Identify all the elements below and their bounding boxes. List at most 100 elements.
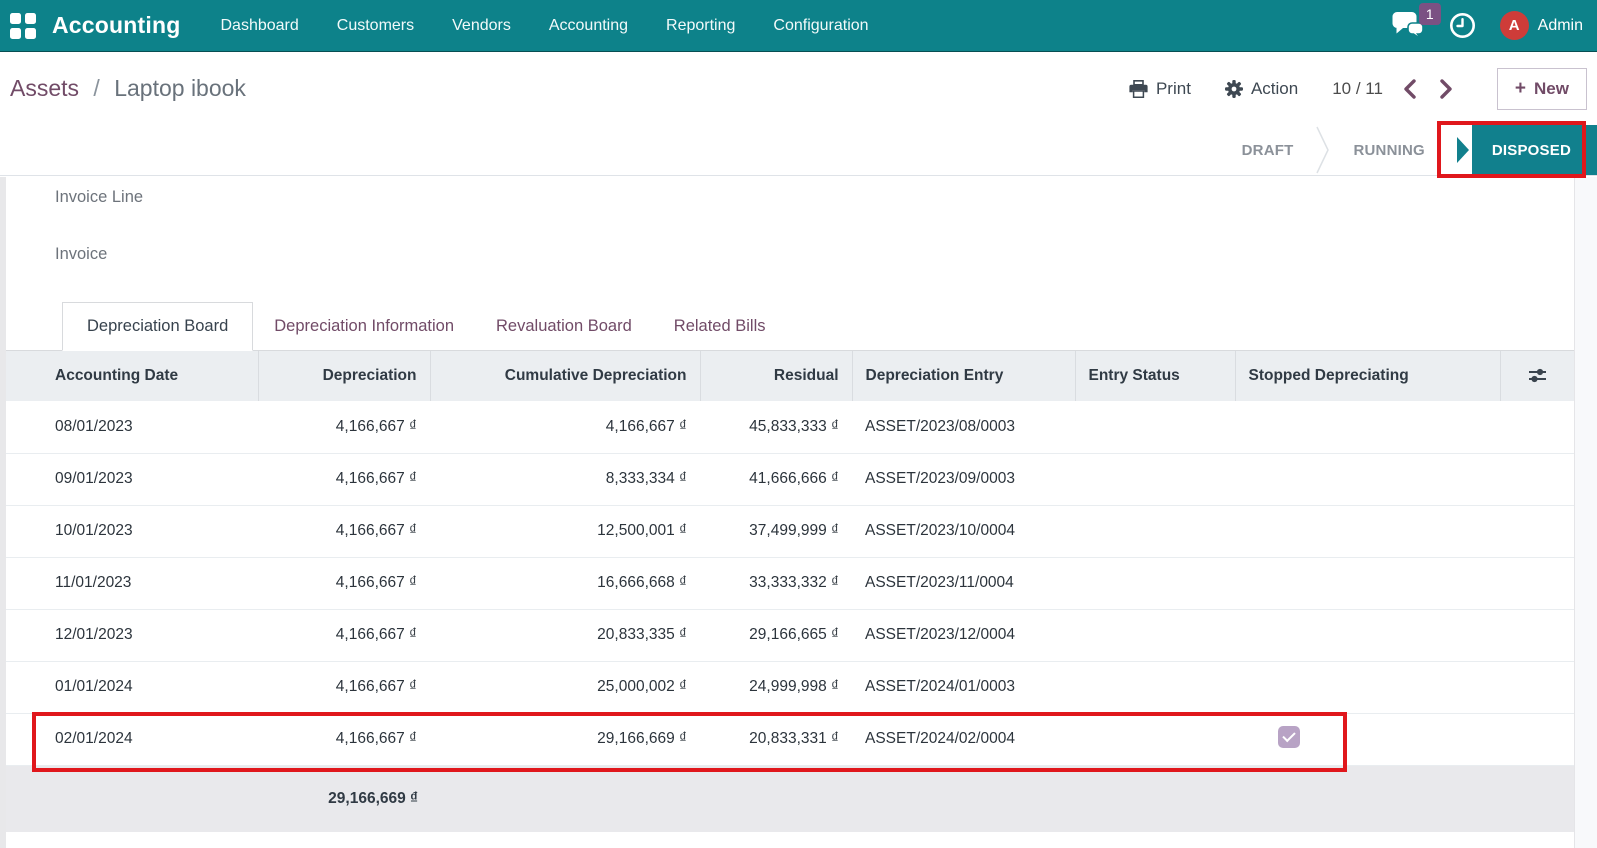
cell-accounting-date[interactable]: 11/01/2023 <box>6 557 258 610</box>
notebook-tabs: Depreciation Board Depreciation Informat… <box>0 302 1597 351</box>
user-menu[interactable]: A Admin <box>1499 11 1583 40</box>
state-draft[interactable]: DRAFT <box>1220 142 1316 159</box>
column-depreciation-entry[interactable]: Depreciation Entry <box>852 351 1076 401</box>
cell-accounting-date[interactable]: 10/01/2023 <box>6 505 258 558</box>
column-stopped-depreciating[interactable]: Stopped Depreciating <box>1235 351 1501 401</box>
breadcrumb-separator: / <box>93 75 100 101</box>
menu-item-accounting[interactable]: Accounting <box>549 17 628 35</box>
cell-depreciation[interactable]: 4,166,667 ₫ <box>258 609 430 662</box>
cell-residual[interactable]: 37,499,999 ₫ <box>700 505 852 558</box>
tab-revaluation-board[interactable]: Revaluation Board <box>475 303 653 350</box>
new-button[interactable]: + New <box>1496 67 1587 110</box>
cell-residual[interactable]: 33,333,332 ₫ <box>700 557 852 610</box>
cell-residual[interactable]: 24,999,998 ₫ <box>700 661 852 714</box>
cell-depreciation[interactable]: 4,166,667 ₫ <box>258 505 430 558</box>
pager-next-button[interactable] <box>1437 77 1455 101</box>
menu-item-customers[interactable]: Customers <box>337 17 414 35</box>
table-row[interactable]: 08/01/2023 4,166,667 ₫ 4,166,667 ₫ 45,83… <box>6 401 1574 454</box>
cell-stopped-depreciating[interactable] <box>1235 713 1500 766</box>
statusbar: DRAFT RUNNING DISPOSED <box>0 125 1597 176</box>
messages-button[interactable]: 1 <box>1392 3 1441 40</box>
table-row[interactable]: 09/01/2023 4,166,667 ₫ 8,333,334 ₫ 41,66… <box>6 453 1574 506</box>
cell-depreciation[interactable]: 4,166,667 ₫ <box>258 401 430 454</box>
breadcrumb-assets-link[interactable]: Assets <box>10 75 79 101</box>
cell-stopped-depreciating[interactable] <box>1235 505 1500 558</box>
cell-entry-status[interactable] <box>1075 713 1235 766</box>
cell-depreciation-entry[interactable]: ASSET/2023/12/0004 <box>852 609 1075 662</box>
menu-item-reporting[interactable]: Reporting <box>666 17 735 35</box>
cell-accounting-date[interactable]: 12/01/2023 <box>6 609 258 662</box>
cell-stopped-depreciating[interactable] <box>1235 557 1500 610</box>
tab-depreciation-board[interactable]: Depreciation Board <box>62 302 254 351</box>
sliders-icon <box>1528 368 1547 383</box>
table-row[interactable]: 11/01/2023 4,166,667 ₫ 16,666,668 ₫ 33,3… <box>6 557 1574 610</box>
cell-depreciation-entry[interactable]: ASSET/2024/01/0003 <box>852 661 1075 714</box>
cell-stopped-depreciating[interactable] <box>1235 453 1500 506</box>
cell-cumulative-depreciation[interactable]: 20,833,335 ₫ <box>430 609 700 662</box>
menu-item-vendors[interactable]: Vendors <box>452 17 511 35</box>
cell-depreciation[interactable]: 4,166,667 ₫ <box>258 713 430 766</box>
table-row[interactable]: 10/01/2023 4,166,667 ₫ 12,500,001 ₫ 37,4… <box>6 505 1574 558</box>
cell-stopped-depreciating[interactable] <box>1235 401 1500 454</box>
cell-accounting-date[interactable]: 01/01/2024 <box>6 661 258 714</box>
sheet-left-margin <box>0 177 6 848</box>
sheet-right-gutter[interactable] <box>1574 177 1597 848</box>
cell-cumulative-depreciation[interactable]: 25,000,002 ₫ <box>430 661 700 714</box>
tab-depreciation-information[interactable]: Depreciation Information <box>253 303 475 350</box>
page-title: Laptop ibook <box>114 75 246 101</box>
column-entry-status[interactable]: Entry Status <box>1075 351 1236 401</box>
cell-depreciation[interactable]: 4,166,667 ₫ <box>258 453 430 506</box>
cell-entry-status[interactable] <box>1075 505 1235 558</box>
cell-cumulative-depreciation[interactable]: 12,500,001 ₫ <box>430 505 700 558</box>
column-cumulative-depreciation[interactable]: Cumulative Depreciation <box>430 351 701 401</box>
print-button[interactable]: Print <box>1129 79 1191 99</box>
cell-accounting-date[interactable]: 02/01/2024 <box>6 713 258 766</box>
cell-residual[interactable]: 41,666,666 ₫ <box>700 453 852 506</box>
cell-stopped-depreciating[interactable] <box>1235 609 1500 662</box>
chevron-left-icon <box>1403 78 1417 99</box>
cell-depreciation-entry[interactable]: ASSET/2023/08/0003 <box>852 401 1075 454</box>
pager-previous-button[interactable] <box>1401 77 1419 101</box>
cell-depreciation[interactable]: 4,166,667 ₫ <box>258 557 430 610</box>
cell-cumulative-depreciation[interactable]: 29,166,669 ₫ <box>430 713 700 766</box>
cell-depreciation[interactable]: 4,166,667 ₫ <box>258 661 430 714</box>
control-panel: Assets / Laptop ibook Print Action 10 / … <box>0 52 1597 125</box>
table-row[interactable]: 12/01/2023 4,166,667 ₫ 20,833,335 ₫ 29,1… <box>6 609 1574 662</box>
print-label: Print <box>1155 78 1191 98</box>
cell-entry-status[interactable] <box>1075 401 1235 454</box>
state-disposed[interactable]: DISPOSED <box>1471 125 1597 175</box>
column-residual[interactable]: Residual <box>700 351 853 401</box>
menu-item-configuration[interactable]: Configuration <box>773 17 868 35</box>
cell-depreciation-entry[interactable]: ASSET/2023/10/0004 <box>852 505 1075 558</box>
statusbar-arrow-icon <box>1456 137 1469 163</box>
cell-residual[interactable]: 29,166,665 ₫ <box>700 609 852 662</box>
cell-entry-status[interactable] <box>1075 557 1235 610</box>
cell-stopped-depreciating[interactable] <box>1235 661 1500 714</box>
cell-entry-status[interactable] <box>1075 453 1235 506</box>
table-row[interactable]: 02/01/2024 4,166,667 ₫ 29,166,669 ₫ 20,8… <box>6 713 1574 766</box>
stopped-depreciating-checkbox[interactable] <box>1278 725 1300 748</box>
cell-entry-status[interactable] <box>1075 609 1235 662</box>
cell-cumulative-depreciation[interactable]: 8,333,334 ₫ <box>430 453 700 506</box>
table-row[interactable]: 01/01/2024 4,166,667 ₫ 25,000,002 ₫ 24,9… <box>6 661 1574 714</box>
state-running[interactable]: RUNNING <box>1331 142 1446 159</box>
cell-cumulative-depreciation[interactable]: 16,666,668 ₫ <box>430 557 700 610</box>
cell-residual[interactable]: 20,833,331 ₫ <box>700 713 852 766</box>
breadcrumb: Assets / Laptop ibook <box>10 75 246 102</box>
cell-depreciation-entry[interactable]: ASSET/2023/11/0004 <box>852 557 1075 610</box>
menu-item-dashboard[interactable]: Dashboard <box>221 17 299 35</box>
cell-depreciation-entry[interactable]: ASSET/2023/09/0003 <box>852 453 1075 506</box>
cell-cumulative-depreciation[interactable]: 4,166,667 ₫ <box>430 401 700 454</box>
column-accounting-date[interactable]: Accounting Date <box>6 351 259 401</box>
tab-related-bills[interactable]: Related Bills <box>653 303 787 350</box>
cell-entry-status[interactable] <box>1075 661 1235 714</box>
optional-columns-button[interactable] <box>1500 351 1574 401</box>
action-button[interactable]: Action <box>1224 79 1298 99</box>
apps-menu-icon[interactable] <box>10 12 36 39</box>
activities-clock-icon[interactable] <box>1449 12 1476 39</box>
cell-residual[interactable]: 45,833,333 ₫ <box>700 401 852 454</box>
column-depreciation[interactable]: Depreciation <box>258 351 431 401</box>
cell-depreciation-entry[interactable]: ASSET/2024/02/0004 <box>852 713 1075 766</box>
cell-accounting-date[interactable]: 08/01/2023 <box>6 401 258 454</box>
cell-accounting-date[interactable]: 09/01/2023 <box>6 453 258 506</box>
